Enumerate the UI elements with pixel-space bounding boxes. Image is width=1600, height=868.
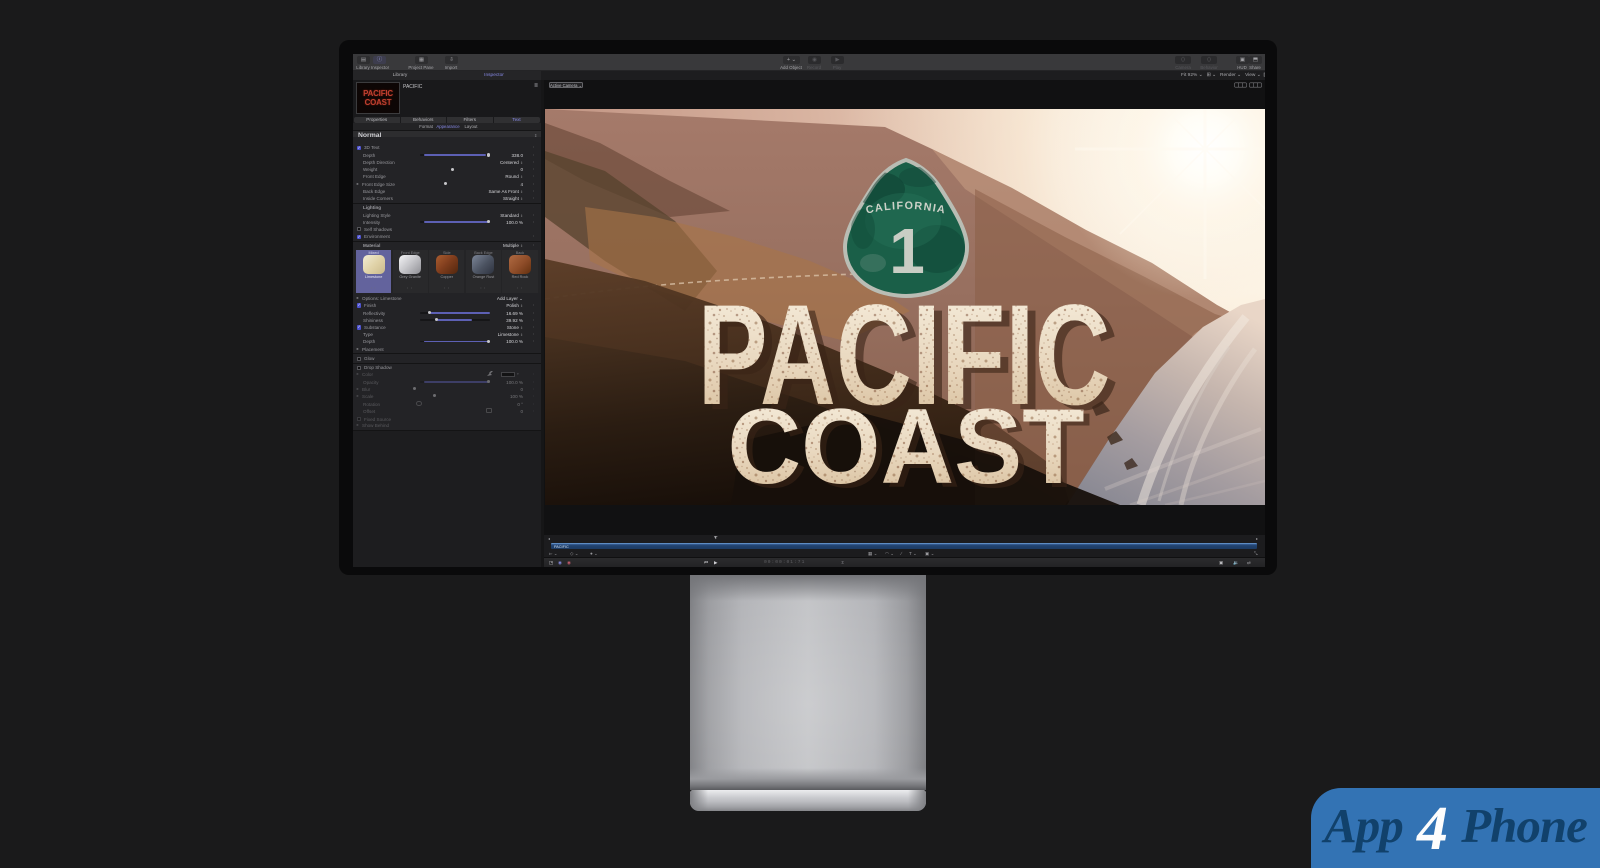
svg-text:COAST: COAST xyxy=(728,386,1085,505)
